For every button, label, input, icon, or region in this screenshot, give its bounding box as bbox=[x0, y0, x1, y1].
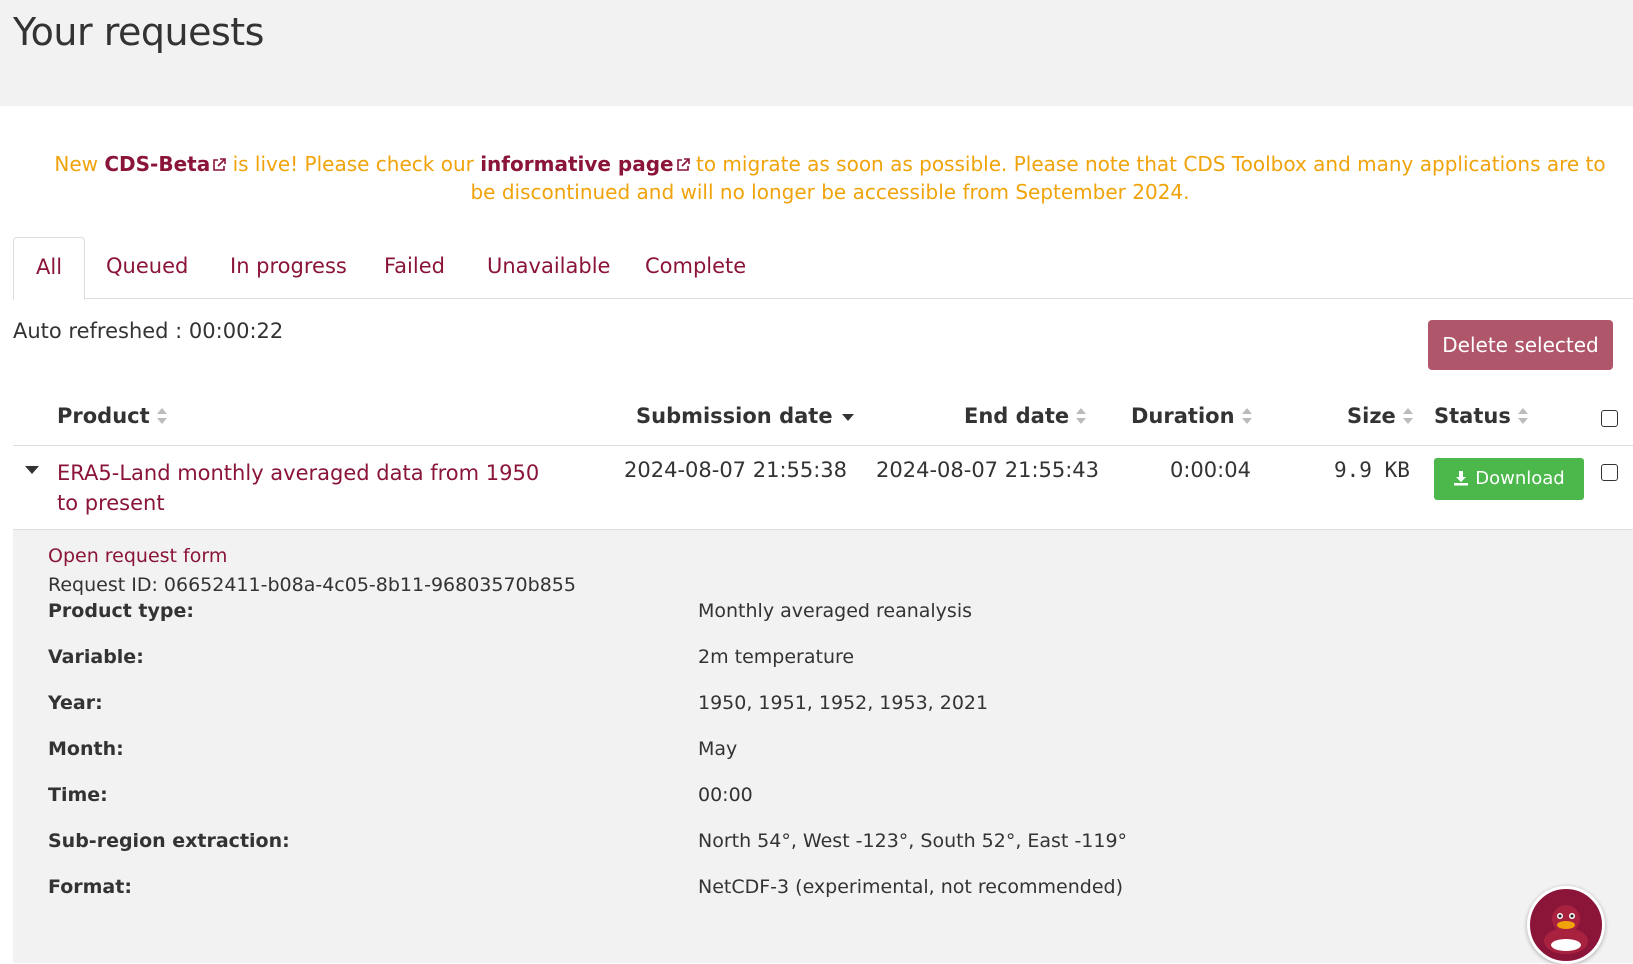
sort-icon bbox=[156, 408, 167, 424]
duck-mascot-icon bbox=[1544, 905, 1588, 954]
detail-value-month: May bbox=[698, 738, 738, 760]
sort-icon bbox=[1402, 408, 1413, 424]
tab-complete[interactable]: Complete bbox=[623, 237, 768, 299]
detail-label-year: Year: bbox=[48, 692, 103, 714]
migration-notice: New CDS-Beta is live! Please check our i… bbox=[40, 150, 1620, 206]
tab-failed[interactable]: Failed bbox=[362, 237, 467, 299]
sort-descending-icon bbox=[841, 414, 854, 421]
cds-beta-link[interactable]: CDS-Beta bbox=[104, 152, 227, 176]
detail-value-variable: 2m temperature bbox=[698, 646, 855, 668]
detail-value-year: 1950, 1951, 1952, 1953, 2021 bbox=[698, 692, 989, 714]
sort-icon bbox=[1241, 408, 1252, 424]
product-link[interactable]: ERA5-Land monthly averaged data from 195… bbox=[57, 458, 557, 518]
row-select-checkbox[interactable] bbox=[1601, 464, 1618, 481]
open-request-form-link[interactable]: Open request form bbox=[48, 545, 227, 567]
tab-in-progress[interactable]: In progress bbox=[208, 237, 369, 299]
detail-value-product-type: Monthly averaged reanalysis bbox=[698, 600, 973, 622]
column-header-submission-date[interactable]: Submission date bbox=[636, 404, 855, 428]
detail-value-format: NetCDF-3 (experimental, not recommended) bbox=[698, 876, 1123, 898]
page-title: Your requests bbox=[13, 10, 264, 54]
download-icon bbox=[1454, 471, 1469, 486]
sort-icon bbox=[1517, 408, 1528, 424]
notice-middle: is live! Please check our bbox=[226, 152, 481, 176]
request-id: Request ID: 06652411-b08a-4c05-8b11-9680… bbox=[48, 574, 576, 596]
informative-page-link[interactable]: informative page bbox=[480, 152, 690, 176]
detail-label-time: Time: bbox=[48, 784, 108, 806]
tab-all[interactable]: All bbox=[13, 237, 86, 300]
detail-label-variable: Variable: bbox=[48, 646, 144, 668]
tab-queued[interactable]: Queued bbox=[84, 237, 210, 299]
notice-prefix: New bbox=[54, 152, 105, 176]
detail-label-sub-region: Sub-region extraction: bbox=[48, 830, 290, 852]
duration-cell: 0:00:04 bbox=[1170, 458, 1251, 482]
chat-assistant-button[interactable] bbox=[1527, 886, 1605, 964]
size-cell: 9.9 KB bbox=[1334, 458, 1410, 482]
column-header-product[interactable]: Product bbox=[57, 404, 168, 428]
table-header: Product Submission date End date Duratio… bbox=[13, 392, 1633, 446]
delete-selected-button[interactable]: Delete selected bbox=[1428, 320, 1613, 370]
external-link-icon bbox=[213, 158, 227, 171]
collapse-caret-icon[interactable] bbox=[25, 466, 39, 474]
table-row: ERA5-Land monthly averaged data from 195… bbox=[13, 446, 1633, 530]
detail-label-product-type: Product type: bbox=[48, 600, 194, 622]
tab-unavailable[interactable]: Unavailable bbox=[465, 237, 632, 299]
header-band: Your requests bbox=[0, 0, 1633, 106]
detail-value-sub-region: North 54°, West -123°, South 52°, East -… bbox=[698, 830, 1128, 852]
auto-refresh-status: Auto refreshed : 00:00:22 bbox=[13, 319, 284, 343]
submission-date-cell: 2024-08-07 21:55:38 bbox=[624, 458, 848, 482]
select-all-checkbox[interactable] bbox=[1601, 410, 1618, 427]
column-header-status[interactable]: Status bbox=[1434, 404, 1529, 428]
status-tabs: All Queued In progress Failed Unavailabl… bbox=[13, 237, 1633, 300]
detail-label-month: Month: bbox=[48, 738, 124, 760]
column-header-size[interactable]: Size bbox=[1347, 404, 1414, 428]
detail-value-time: 00:00 bbox=[698, 784, 753, 806]
detail-label-format: Format: bbox=[48, 876, 132, 898]
external-link-icon bbox=[676, 158, 690, 171]
column-header-end-date[interactable]: End date bbox=[964, 404, 1087, 428]
column-header-duration[interactable]: Duration bbox=[1131, 404, 1253, 428]
request-details-panel: Open request form Request ID: 06652411-b… bbox=[13, 530, 1633, 963]
sort-icon bbox=[1076, 408, 1087, 424]
end-date-cell: 2024-08-07 21:55:43 bbox=[876, 458, 1100, 482]
download-button[interactable]: Download bbox=[1434, 458, 1584, 500]
